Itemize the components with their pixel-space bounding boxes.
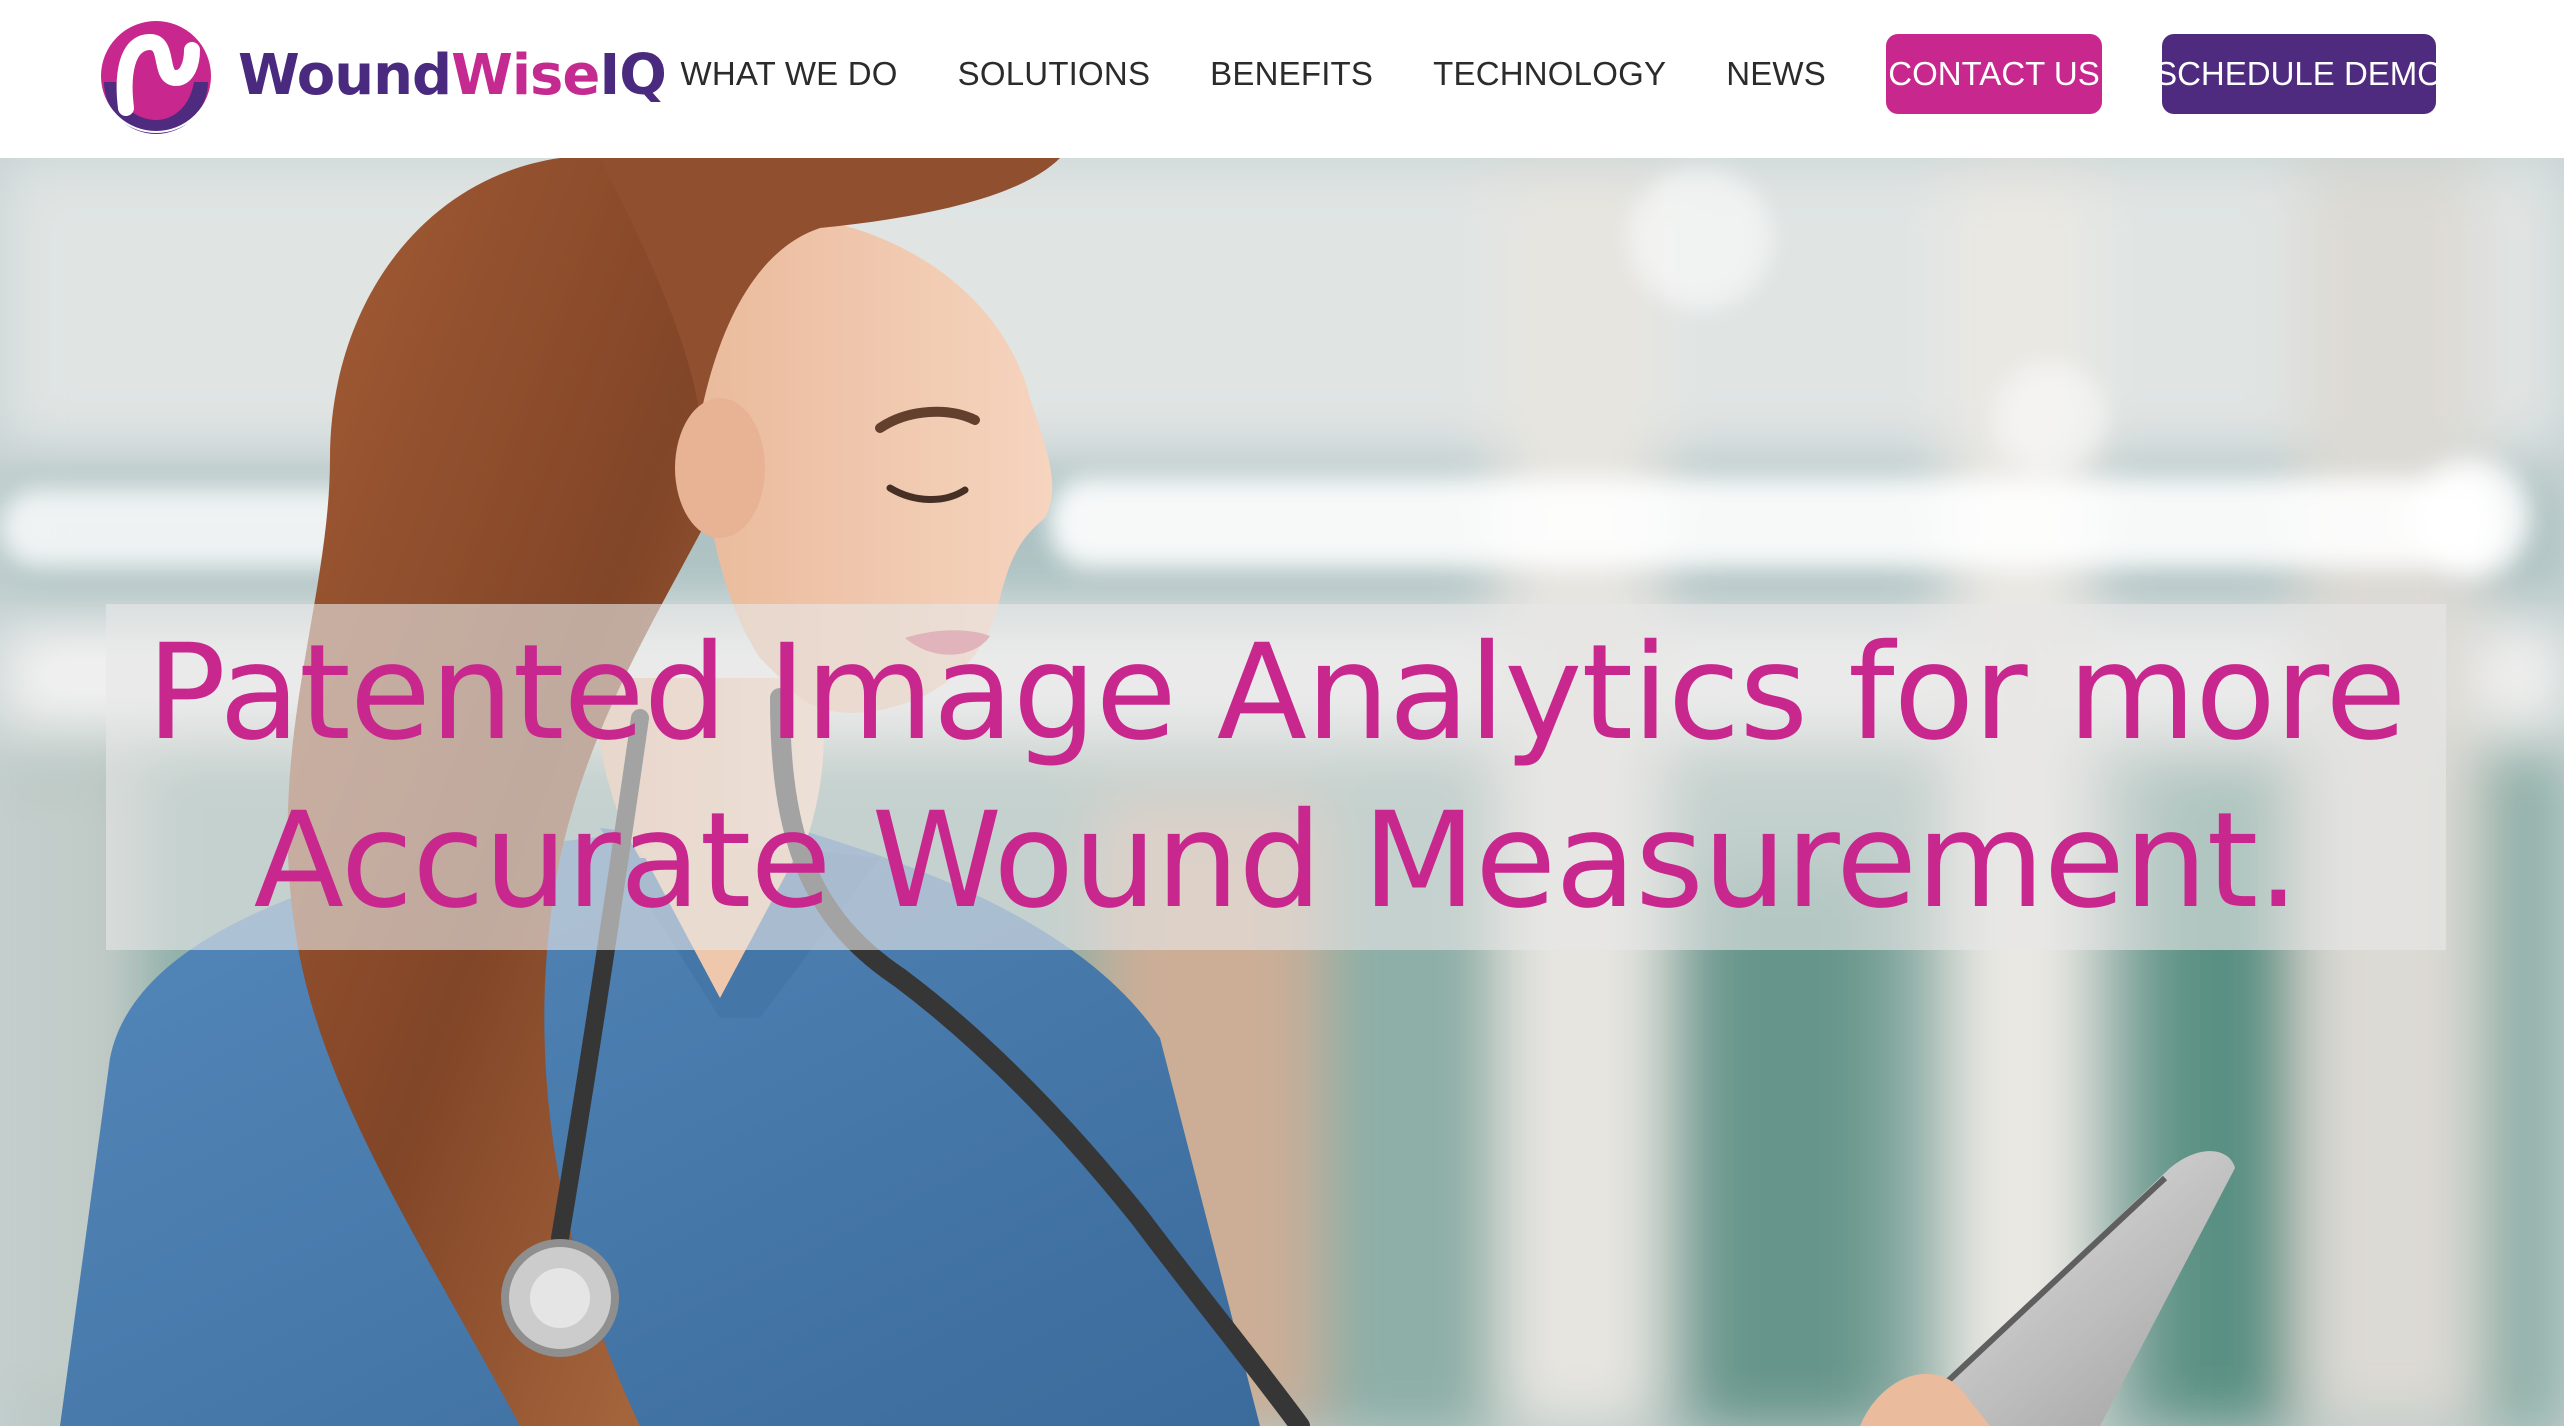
logo-word-wise: Wise — [451, 43, 600, 108]
hero-headline-box: Patented Image Analytics for more Accurat… — [106, 604, 2446, 950]
logo-wordmark: WoundWiseIQ — [238, 48, 667, 104]
hero-section: Patented Image Analytics for more Accurat… — [0, 158, 2564, 1426]
nav-solutions[interactable]: SOLUTIONS — [958, 55, 1151, 93]
nav-what-we-do[interactable]: WHAT WE DO — [681, 55, 898, 93]
nav-technology[interactable]: TECHNOLOGY — [1433, 55, 1666, 93]
hero-headline-line1: Patented Image Analytics for more — [146, 616, 2406, 770]
logo-word-iq: IQ — [599, 43, 666, 108]
hero-headline-line2: Accurate Wound Measurement. — [253, 784, 2300, 938]
logo-icon — [99, 19, 213, 134]
nav-benefits[interactable]: BENEFITS — [1210, 55, 1373, 93]
contact-us-button[interactable]: CONTACT US — [1886, 34, 2102, 114]
main-nav: WHAT WE DO SOLUTIONS BENEFITS TECHNOLOGY… — [681, 34, 2443, 114]
nav-news[interactable]: NEWS — [1726, 55, 1826, 93]
hero-headline: Patented Image Analytics for more Accurat… — [126, 609, 2426, 945]
logo-link[interactable]: WoundWiseIQ — [96, 16, 667, 136]
schedule-demo-button[interactable]: SCHEDULE DEMO — [2155, 34, 2443, 114]
logo-word-wound: Wound — [238, 43, 452, 108]
site-header: WoundWiseIQ WHAT WE DO SOLUTIONS BENEFIT… — [0, 0, 2564, 158]
